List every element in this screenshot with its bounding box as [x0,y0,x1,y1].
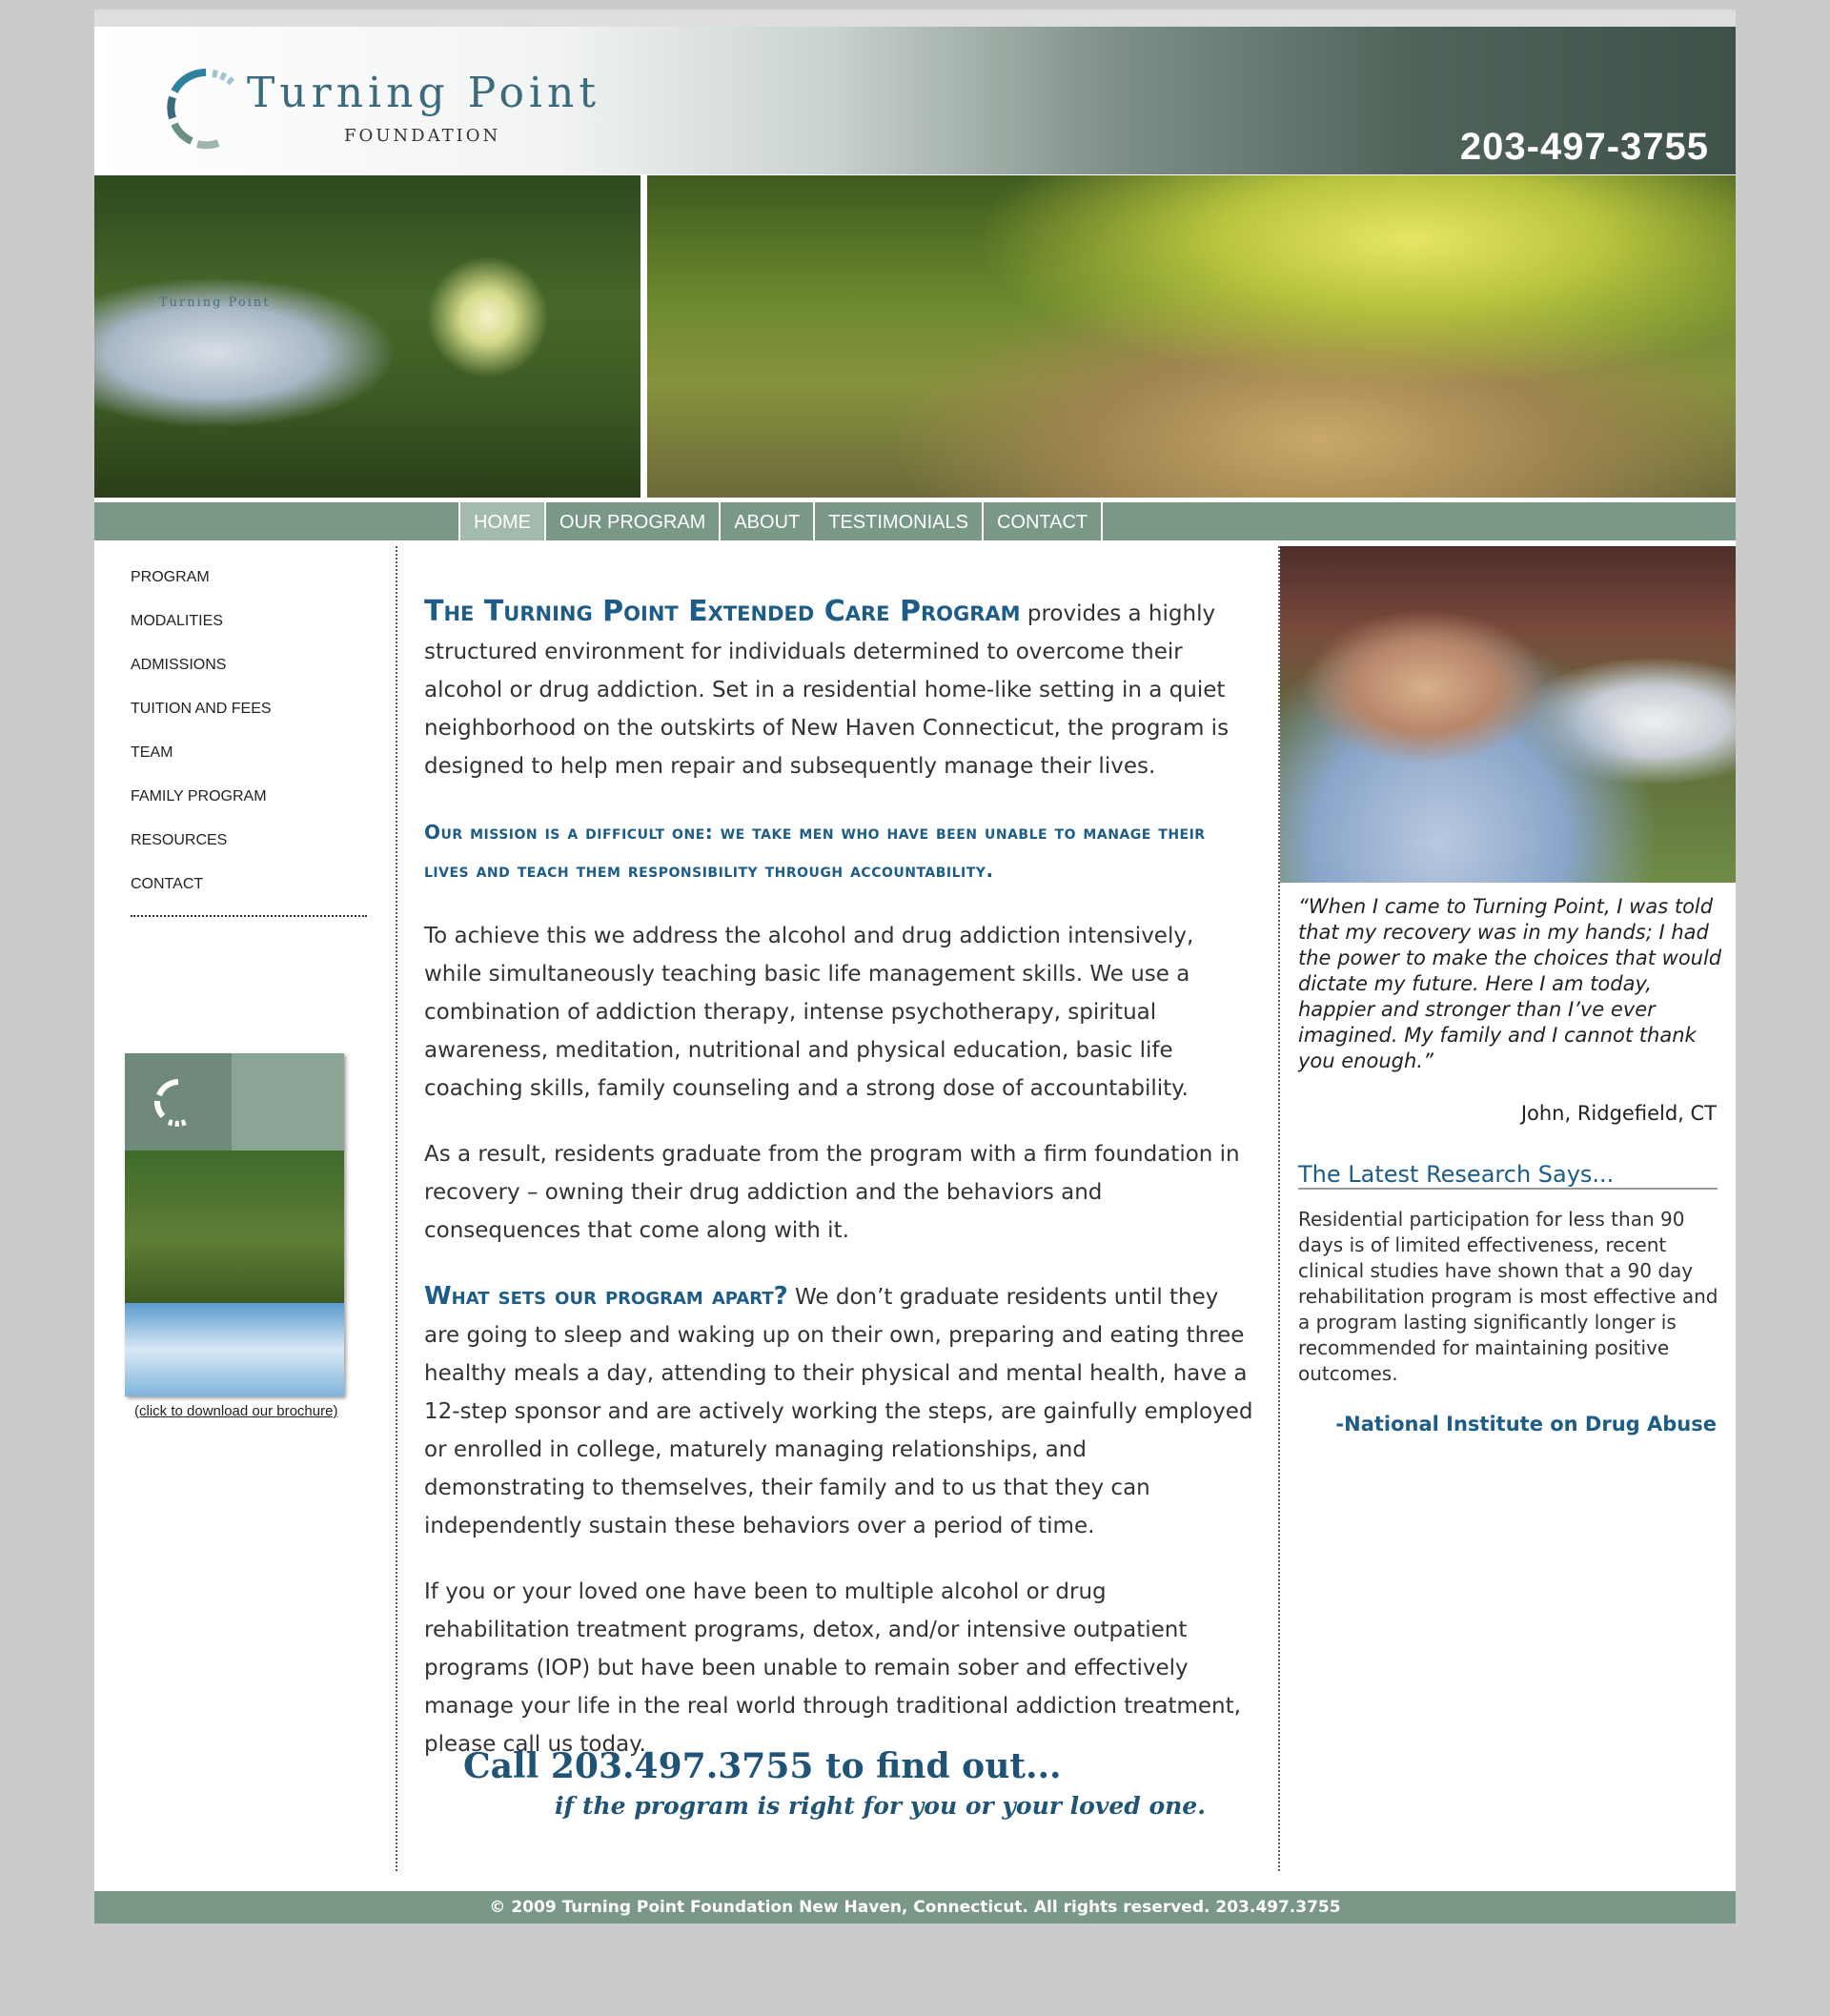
hero-photo-path [647,175,1736,498]
call-to-action-line1: Call 203.497.3755 to find out... [463,1746,1062,1786]
main-content: The Turning Point Extended Care Program … [424,593,1253,1791]
testimonial-photo [1280,546,1736,883]
header: Turning Point FOUNDATION 203-497-3755 [94,10,1736,174]
footer: © 2009 Turning Point Foundation New Have… [94,1891,1736,1924]
brochure-thumbnail[interactable] [125,1053,344,1396]
mission-statement: Our mission is a difficult one: we take … [424,821,1206,882]
testimonial-author: John, Ridgefield, CT [1520,1102,1717,1125]
sidebar: PROGRAM MODALITIES ADMISSIONS TUITION AN… [131,568,369,917]
brochure-download-link[interactable]: (click to download our brochure) [134,1403,337,1419]
header-phone: 203-497-3755 [1459,126,1709,168]
main-nav: HOME OUR PROGRAM ABOUT TESTIMONIALS CONT… [458,502,1104,540]
brochure-cover-bottom [125,1303,344,1396]
approach-paragraph: To achieve this we address the alcohol a… [424,924,1194,1101]
intro-lead: The Turning Point Extended Care Program [424,595,1021,628]
hero-photo-reader [94,175,640,498]
call-to-action-line2: if the program is right for you or your … [555,1792,1206,1820]
turning-point-logo-icon[interactable] [163,65,249,151]
brand-name: Turning Point [247,69,601,117]
research-text: Residential participation for less than … [1298,1208,1718,1385]
testimonial-quote: “When I came to Turning Point, I was tol… [1298,895,1722,1072]
nav-home[interactable]: HOME [458,502,544,540]
nav-about[interactable]: ABOUT [719,502,813,540]
left-column-divider [396,546,397,1871]
result-paragraph: As a result, residents graduate from the… [424,1142,1240,1243]
nav-testimonials[interactable]: TESTIMONIALS [813,502,982,540]
difference-paragraph: What sets our program apart? We don’t gr… [424,1277,1253,1545]
sidebar-item-tuition[interactable]: TUITION AND FEES [131,700,369,743]
brochure-photo [125,1151,344,1303]
sidebar-divider [131,915,367,917]
sidebar-item-family-program[interactable]: FAMILY PROGRAM [131,787,369,831]
intro-paragraph: The Turning Point Extended Care Program … [424,593,1253,785]
research-source: -National Institute on Drug Abuse [1335,1413,1717,1436]
hero-photos [94,175,1736,498]
brochure-logo-text: Turning Point [159,295,271,310]
sidebar-item-program[interactable]: PROGRAM [131,568,369,612]
nav-our-program[interactable]: OUR PROGRAM [544,502,719,540]
difference-lead: What sets our program apart? [424,1282,788,1311]
brochure-logo-icon [154,1079,188,1127]
sidebar-item-admissions[interactable]: ADMISSIONS [131,656,369,700]
sidebar-item-contact[interactable]: CONTACT [131,875,369,919]
difference-body: We don’t graduate residents until they a… [424,1285,1253,1538]
brand-subtitle: FOUNDATION [344,126,501,146]
sidebar-item-team[interactable]: TEAM [131,743,369,787]
page: Turning Point FOUNDATION 203-497-3755 HO… [94,10,1736,1924]
research-heading: The Latest Research Says... [1298,1161,1718,1190]
nav-bar: HOME OUR PROGRAM ABOUT TESTIMONIALS CONT… [94,502,1736,540]
sidebar-item-modalities[interactable]: MODALITIES [131,612,369,656]
sidebar-item-resources[interactable]: RESOURCES [131,831,369,875]
brochure-cover-logo-panel [125,1053,232,1151]
call-paragraph: If you or your loved one have been to mu… [424,1579,1241,1757]
nav-contact[interactable]: CONTACT [981,502,1104,540]
